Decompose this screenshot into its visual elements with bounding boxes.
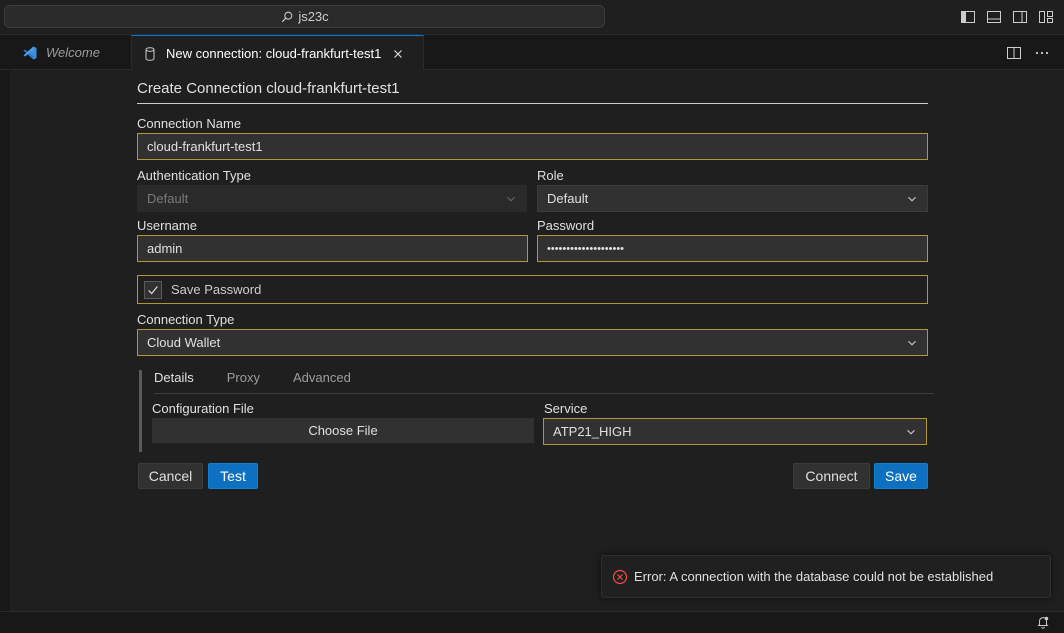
activity-strip [0,70,10,611]
connection-name-label: Connection Name [137,116,242,131]
username-label: Username [137,218,197,233]
close-icon[interactable] [391,47,405,61]
service-select[interactable]: ATP21_HIGH [543,418,927,445]
status-bar [0,611,1064,633]
tab-new-connection-label: New connection: cloud-frankfurt-test1 [166,46,382,61]
chevron-down-icon [504,192,518,206]
save-button[interactable]: Save [874,463,928,489]
password-label: Password [537,218,595,233]
role-value: Default [547,191,589,206]
connect-button[interactable]: Connect [793,463,870,489]
auth-type-select: Default [137,185,527,212]
connection-type-value: Cloud Wallet [147,335,221,350]
connection-type-select[interactable]: Cloud Wallet [137,329,928,356]
save-password-checkbox[interactable] [144,280,162,299]
auth-type-label: Authentication Type [137,168,251,183]
toggle-primary-sidebar-icon[interactable] [960,9,976,25]
chevron-down-icon [905,336,919,350]
config-file-label: Configuration File [152,401,254,416]
error-notification[interactable]: Error: A connection with the database co… [601,555,1051,598]
customize-layout-icon[interactable] [1038,9,1054,25]
more-actions-icon[interactable] [1034,45,1050,61]
cancel-button[interactable]: Cancel [138,463,203,489]
editor-tab-bar: Welcome New connection: cloud-frankfurt-… [0,35,1064,71]
notification-message: Error: A connection with the database co… [634,569,994,584]
save-password-row[interactable]: Save Password [137,275,928,304]
title-bar: js23c [0,0,1064,35]
error-icon [612,569,628,585]
role-select[interactable]: Default [537,185,928,212]
tab-welcome[interactable]: Welcome [12,35,130,70]
search-icon [280,10,294,24]
tab-proxy[interactable]: Proxy [227,370,260,394]
tab-details[interactable]: Details [154,370,194,394]
password-value: •••••••••••••••••••• [547,242,625,255]
toggle-panel-icon[interactable] [986,9,1002,25]
service-value: ATP21_HIGH [553,424,632,439]
tab-new-connection[interactable]: New connection: cloud-frankfurt-test1 [131,35,424,71]
tab-welcome-label: Welcome [46,45,100,60]
command-center-search[interactable]: js23c [4,5,605,28]
tab-advanced[interactable]: Advanced [293,370,351,394]
connection-name-input[interactable]: cloud-frankfurt-test1 [137,133,928,160]
chevron-down-icon [905,192,919,206]
password-input[interactable]: •••••••••••••••••••• [537,235,928,262]
vscode-logo-icon [22,45,38,61]
username-input[interactable]: admin [137,235,528,262]
check-icon [148,285,158,294]
command-center-label: js23c [298,9,329,24]
toggle-secondary-sidebar-icon[interactable] [1012,9,1028,25]
connection-type-label: Connection Type [137,312,235,327]
role-label: Role [537,168,564,183]
auth-type-value: Default [147,191,189,206]
subtab-divider [154,393,934,394]
chevron-down-icon [904,425,918,439]
connection-name-value: cloud-frankfurt-test1 [147,139,263,154]
notifications-bell-icon[interactable] [1036,615,1050,629]
split-editor-icon[interactable] [1006,45,1022,61]
save-password-label: Save Password [171,282,262,297]
database-icon [142,46,158,62]
page-title: Create Connection cloud-frankfurt-test1 [137,80,928,104]
service-label: Service [544,401,588,416]
test-button[interactable]: Test [208,463,258,489]
choose-file-button[interactable]: Choose File [152,418,534,443]
username-value: admin [147,241,183,256]
